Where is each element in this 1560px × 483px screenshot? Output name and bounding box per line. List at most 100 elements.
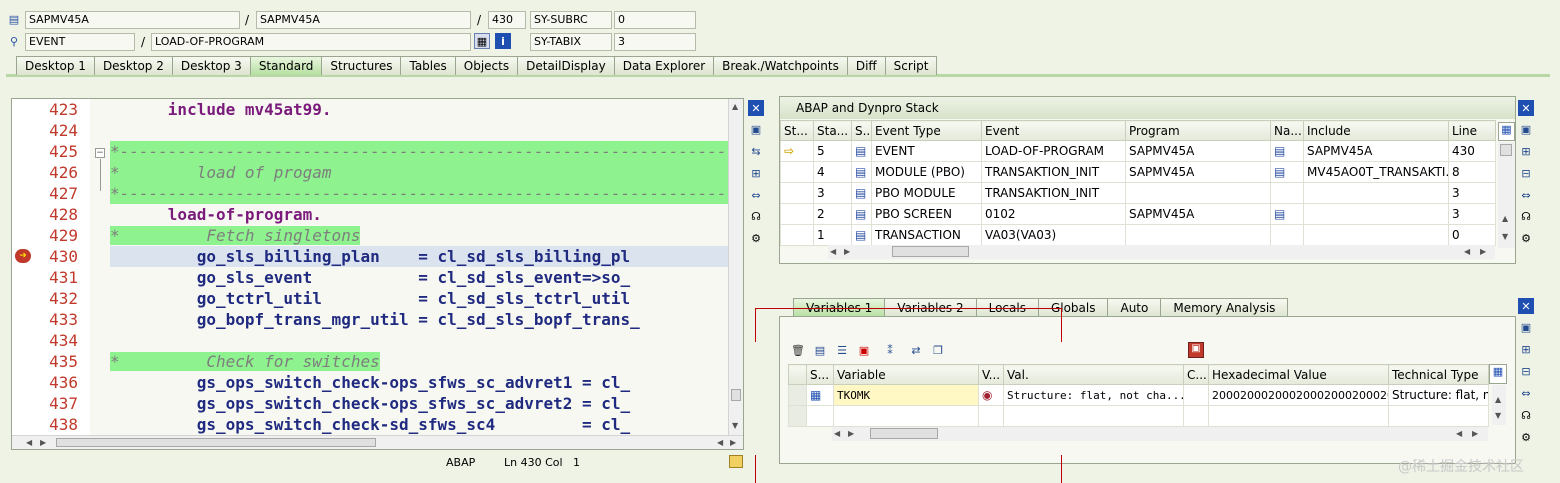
delete-icon[interactable]: 🗑 [790,342,806,358]
event-name-field[interactable]: LOAD-OF-PROGRAM [151,33,471,51]
vars-column-header[interactable]: Hexadecimal Value [1208,364,1389,385]
vars-vertical-scrollbar[interactable]: ▲ ▼ [1492,385,1506,425]
navigate-icon[interactable]: ▦ [474,33,490,49]
scroll-right-icon[interactable]: ▶ [1480,247,1486,256]
variable-row[interactable]: ▦ TKOMK ◉ Structure: flat, not cha... 200020… [788,384,1489,406]
resize-icon[interactable]: ⇔ [1518,385,1534,401]
code-line[interactable]: *---------------------------------------… [110,183,728,204]
code-line[interactable]: * Check for switches [110,351,728,372]
scroll-right-icon[interactable]: ▶ [848,429,854,438]
tab-diff[interactable]: Diff [846,56,886,75]
close-icon[interactable]: ✕ [748,100,764,116]
collapse-icon[interactable]: − [95,148,105,158]
code-line[interactable]: go_tctrl_util = cl_sd_sls_tctrl_util [110,288,728,309]
breakpoint-gutter[interactable]: ➜ [12,99,34,435]
scroll-left-icon[interactable]: ◀ [1464,247,1470,256]
navigate-cell[interactable]: ▤ [1270,140,1304,162]
resize-icon[interactable]: ⇔ [748,187,764,203]
code-line[interactable]: go_bopf_trans_mgr_util = cl_sd_sls_bopf_… [110,309,728,330]
vars-column-header[interactable]: C... [1183,364,1209,385]
settings-icon[interactable]: ⚙ [1518,230,1534,246]
code-line[interactable]: include mv45at99. [110,99,728,120]
scroll-thumb[interactable] [1500,144,1512,156]
stack-row[interactable]: 2 ▤ PBO SCREEN 0102 SAPMV45A ▤ 3 [780,203,1496,225]
scroll-thumb[interactable] [892,246,969,257]
stack-column-header[interactable]: Sta... [813,120,852,141]
stack-row[interactable]: 4 ▤ MODULE (PBO) TRANSAKTION_INIT SAPMV45A ▤ M… [780,161,1496,183]
split-icon[interactable]: ⁑ [878,342,902,358]
scroll-thumb[interactable] [731,389,741,401]
code-line[interactable]: *---------------------------------------… [110,141,728,162]
scroll-down-icon[interactable]: ▼ [732,421,738,430]
tab-standard[interactable]: Standard [249,56,323,75]
tab-auto[interactable]: Auto [1107,298,1162,317]
column-layout-icon[interactable]: ▦ [1498,122,1515,141]
close-icon[interactable]: ✕ [1518,298,1534,314]
stack-column-header[interactable]: Include [1303,120,1449,141]
notepad-icon[interactable] [729,455,743,468]
scroll-right-icon[interactable]: ▶ [730,438,736,447]
navigate-icon[interactable]: ▤ [1274,144,1285,158]
scroll-right-icon[interactable]: ▶ [1472,429,1478,438]
scroll-down-icon[interactable]: ▼ [1495,411,1501,420]
code-line[interactable] [110,330,728,351]
minimize-icon[interactable]: ⊟ [1518,363,1534,379]
code-line[interactable]: gs_ops_switch_check-sd_sfws_sc4 = cl_ [110,414,728,435]
stack-row[interactable]: 3 ▤ PBO MODULE TRANSAKTION_INIT 3 [780,182,1496,204]
settings-icon[interactable]: ⚙ [1518,429,1534,445]
maximize-icon[interactable]: ⊞ [1518,341,1534,357]
code-line[interactable]: go_sls_event = cl_sd_sls_event=>so_ [110,267,728,288]
navigate-cell[interactable]: ▤ [1270,161,1304,183]
vars-column-header[interactable]: Val. [1003,364,1184,385]
save-icon[interactable]: ▣ [1188,342,1204,358]
code-line[interactable]: gs_ops_switch_check-ops_sfws_sc_advret1 … [110,372,728,393]
vars-column-header[interactable]: Technical Type [1388,364,1489,385]
stack-horizontal-scrollbar[interactable]: ◀ ▶ ◀ ▶ [828,245,1495,259]
tab-tables[interactable]: Tables [400,56,456,75]
scroll-left-icon[interactable]: ◀ [1456,429,1462,438]
scroll-up-icon[interactable]: ▲ [1502,214,1508,223]
list-icon[interactable]: ☰ [834,342,850,358]
services-icon[interactable]: ☊ [748,208,764,224]
settings-icon[interactable]: ⚙ [748,230,764,246]
vars-column-header[interactable]: Variable [833,364,979,385]
navigate-icon[interactable]: ▤ [1274,207,1285,221]
scroll-left-icon[interactable]: ◀ [830,247,836,256]
tab-data-explorer[interactable]: Data Explorer [613,56,715,75]
tab-memory-analysis[interactable]: Memory Analysis [1160,298,1289,317]
line-number-field[interactable]: 430 [488,11,526,29]
code-line[interactable]: * Fetch singletons [110,225,728,246]
navigate-cell[interactable] [1270,224,1304,246]
code-line[interactable]: go_sls_billing_plan = cl_sd_sls_billing_… [110,246,728,267]
editor-horizontal-scrollbar[interactable]: ◀ ▶ ◀ ▶ [12,435,743,449]
tab-desktop-2[interactable]: Desktop 2 [93,56,173,75]
tab-script[interactable]: Script [884,56,938,75]
navigate-icon[interactable]: ▤ [1274,165,1285,179]
view-icon[interactable]: ◉ [978,384,1004,406]
code-line[interactable]: gs_ops_switch_check-ops_sfws_sc_advret2 … [110,393,728,414]
sy-subrc-value[interactable]: 0 [614,11,696,29]
navigate-cell[interactable]: ▤ [1270,203,1304,225]
stack-column-header[interactable]: St... [780,120,814,141]
transfer-icon[interactable]: ⇄ [908,342,924,358]
scroll-down-icon[interactable]: ▼ [1502,232,1508,241]
maximize-icon[interactable]: ⊞ [1518,143,1534,159]
stack-column-header[interactable]: Line [1448,120,1496,141]
scroll-right-icon[interactable]: ▶ [40,438,46,447]
close-icon[interactable]: ✕ [1518,100,1534,116]
info-icon[interactable]: i [495,33,511,49]
event-type-field[interactable]: EVENT [25,33,135,51]
stack-row[interactable]: 1 ▤ TRANSACTION VA03(VA03) 0 [780,224,1496,246]
vars-horizontal-scrollbar[interactable]: ◀ ▶ ◀ ▶ [832,427,1488,441]
program-field[interactable]: SAPMV45A [25,11,240,29]
tab-detaildisplay[interactable]: DetailDisplay [517,56,615,75]
scroll-left-icon[interactable]: ◀ [26,438,32,447]
stack-row[interactable]: ⇨ 5 ▤ EVENT LOAD-OF-PROGRAM SAPMV45A ▤ SAPMV45A… [780,140,1496,162]
tab-break-watchpoints[interactable]: Break./Watchpoints [713,56,848,75]
column-layout-icon[interactable]: ▦ [1489,364,1507,384]
navigate-cell[interactable] [1270,182,1304,204]
vars-column-header[interactable]: S... [806,364,834,385]
tab-objects[interactable]: Objects [454,56,519,75]
tab-desktop-1[interactable]: Desktop 1 [16,56,95,75]
scroll-left-icon[interactable]: ◀ [717,438,723,447]
